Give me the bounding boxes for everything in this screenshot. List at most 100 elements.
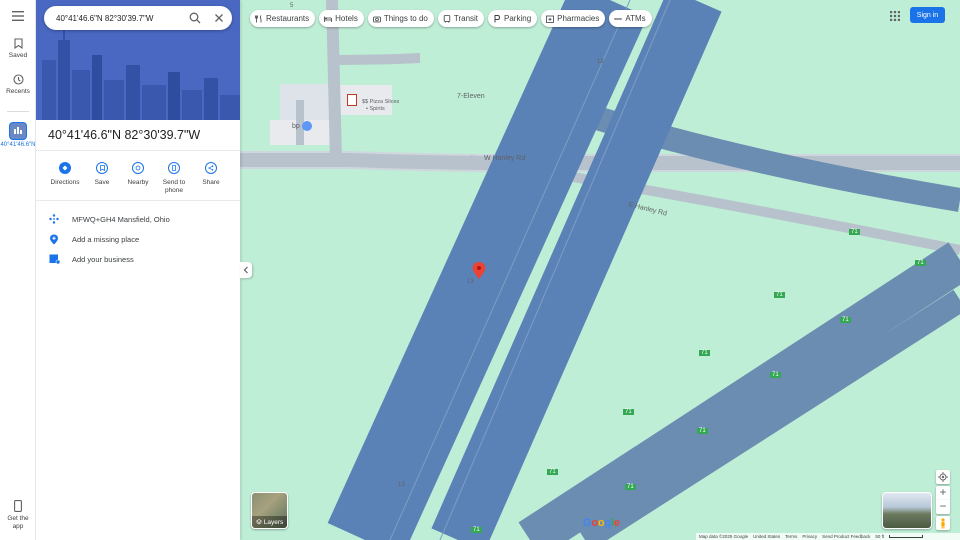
zoom-out-button[interactable]: − bbox=[936, 500, 950, 514]
hamburger-menu-icon bbox=[12, 11, 24, 21]
poi-bp-label[interactable]: bp bbox=[292, 123, 300, 130]
chip-label: ATMs bbox=[625, 14, 646, 23]
layers-label: Layers bbox=[263, 518, 284, 526]
search-button[interactable] bbox=[188, 11, 202, 25]
plus-code-text: MFWQ+GH4 Mansfield, Ohio bbox=[72, 214, 170, 224]
save-button[interactable]: Save bbox=[84, 162, 120, 187]
fork-knife-icon bbox=[255, 14, 262, 22]
route-71-shield: 71 bbox=[547, 469, 558, 475]
store-marker-icon[interactable] bbox=[347, 94, 357, 106]
parking-icon bbox=[494, 14, 501, 22]
gas-station-marker-icon[interactable] bbox=[302, 121, 312, 131]
map-data-attribution: Map data ©2025 Google bbox=[699, 534, 749, 539]
route-71-shield: 71 bbox=[699, 350, 710, 356]
chip-transit[interactable]: Transit bbox=[437, 10, 485, 27]
recent-place-item[interactable]: 40°41'46.6"N bbox=[0, 122, 36, 149]
chip-hotels[interactable]: Hotels bbox=[319, 10, 364, 27]
map-canvas[interactable]: 7-Eleven $$ Pizza Slices • Spirits bp W … bbox=[240, 0, 960, 540]
plus-code-icon bbox=[49, 214, 59, 224]
add-missing-place-row[interactable]: Add a missing place bbox=[36, 230, 240, 248]
send-to-phone-label: Send to phone bbox=[162, 179, 186, 194]
bookmark-icon bbox=[13, 38, 23, 49]
bed-icon bbox=[324, 16, 333, 22]
recents-label: Recents bbox=[6, 88, 30, 95]
recent-place-thumbnail bbox=[9, 122, 27, 140]
category-chips: Restaurants Hotels Things to do Transit … bbox=[250, 10, 652, 27]
poi-spirits-label[interactable]: • Spirits bbox=[366, 106, 385, 112]
city-skyline-icon bbox=[14, 126, 22, 134]
chevron-left-icon bbox=[243, 266, 248, 274]
poi-7-eleven-label[interactable]: 7-Eleven bbox=[457, 93, 485, 100]
layers-label-bar: Layers bbox=[252, 516, 287, 528]
zoom-in-button[interactable]: + bbox=[936, 486, 950, 500]
phone-icon bbox=[168, 162, 180, 174]
chip-label: Things to do bbox=[383, 14, 428, 23]
get-app-label: Get the app bbox=[7, 515, 29, 530]
get-app-button[interactable]: Get the app bbox=[0, 500, 36, 531]
map-roads bbox=[240, 0, 960, 540]
crosshair-icon bbox=[938, 472, 948, 482]
recents-button[interactable]: Recents bbox=[0, 74, 36, 95]
poi-pizza-label[interactable]: $$ Pizza Slices bbox=[362, 99, 399, 105]
scale-bar[interactable] bbox=[889, 535, 924, 538]
directions-label: Directions bbox=[50, 179, 80, 186]
clear-search-button[interactable] bbox=[212, 11, 226, 25]
route-71-shield: 71 bbox=[623, 409, 634, 415]
layers-button[interactable]: Layers bbox=[251, 492, 288, 529]
route-71-shield: 71 bbox=[770, 372, 781, 378]
add-business-row[interactable]: Add your business bbox=[36, 250, 240, 268]
add-business-text: Add your business bbox=[72, 254, 134, 264]
search-icon bbox=[189, 12, 201, 24]
chip-pharmacies[interactable]: Pharmacies bbox=[541, 10, 606, 27]
chip-atms[interactable]: ATMs bbox=[609, 10, 652, 27]
route-71-shield: 71 bbox=[471, 527, 482, 533]
history-icon bbox=[12, 74, 24, 85]
chip-restaurants[interactable]: Restaurants bbox=[250, 10, 316, 27]
my-location-button[interactable] bbox=[936, 470, 950, 484]
chip-label: Parking bbox=[504, 14, 532, 23]
plus-code-row[interactable]: MFWQ+GH4 Mansfield, Ohio bbox=[36, 210, 240, 228]
share-icon bbox=[205, 162, 217, 174]
add-missing-place-text: Add a missing place bbox=[72, 234, 140, 244]
search-box bbox=[44, 6, 232, 30]
route-13-shield: 13 bbox=[597, 59, 604, 65]
train-icon bbox=[443, 14, 451, 23]
nearby-button[interactable]: Nearby bbox=[120, 162, 156, 187]
search-input[interactable] bbox=[56, 11, 184, 25]
save-label: Save bbox=[94, 179, 110, 186]
collapse-panel-button[interactable] bbox=[240, 262, 252, 278]
share-button[interactable]: Share bbox=[193, 162, 229, 187]
chip-parking[interactable]: Parking bbox=[488, 10, 538, 27]
route-71-shield: 71 bbox=[840, 317, 851, 323]
chip-things-to-do[interactable]: Things to do bbox=[367, 10, 434, 27]
map-footer: Map data ©2025 Google United States Term… bbox=[696, 533, 960, 540]
pegman-button[interactable] bbox=[936, 516, 950, 530]
country-link[interactable]: United States bbox=[753, 534, 780, 539]
send-to-phone-button[interactable]: Send to phone bbox=[156, 162, 192, 195]
route-13-shield: 13 bbox=[398, 482, 405, 488]
saved-button[interactable]: Saved bbox=[0, 38, 36, 59]
place-title: 40°41'46.6"N 82°30'39.7"W bbox=[48, 128, 201, 142]
directions-button[interactable]: Directions bbox=[47, 162, 83, 187]
terms-link[interactable]: Terms bbox=[785, 534, 797, 539]
street-view-thumbnail[interactable] bbox=[882, 492, 932, 529]
route-71-shield: 71 bbox=[915, 260, 926, 266]
google-logo: Google bbox=[583, 517, 620, 529]
building-area bbox=[280, 84, 330, 120]
google-apps-button[interactable] bbox=[889, 9, 901, 21]
privacy-link[interactable]: Privacy bbox=[802, 534, 817, 539]
menu-button[interactable] bbox=[0, 11, 36, 24]
route-71-shield: 71 bbox=[849, 229, 860, 235]
route-13-shield: 13 bbox=[467, 279, 474, 285]
route-71-shield: 71 bbox=[697, 428, 708, 434]
scale-label[interactable]: 50 ft bbox=[875, 534, 884, 539]
chip-label: Hotels bbox=[335, 14, 358, 23]
route-71-shield: 71 bbox=[625, 484, 636, 490]
feedback-link[interactable]: Send Product Feedback bbox=[822, 534, 870, 539]
camera-icon bbox=[372, 16, 381, 22]
place-actions: Directions Save Nearby Send to phone Sha… bbox=[36, 162, 240, 198]
chip-label: Pharmacies bbox=[557, 14, 600, 23]
sign-in-button[interactable]: Sign in bbox=[910, 7, 945, 23]
pegman-icon bbox=[941, 517, 945, 528]
pharmacy-icon bbox=[546, 15, 555, 23]
